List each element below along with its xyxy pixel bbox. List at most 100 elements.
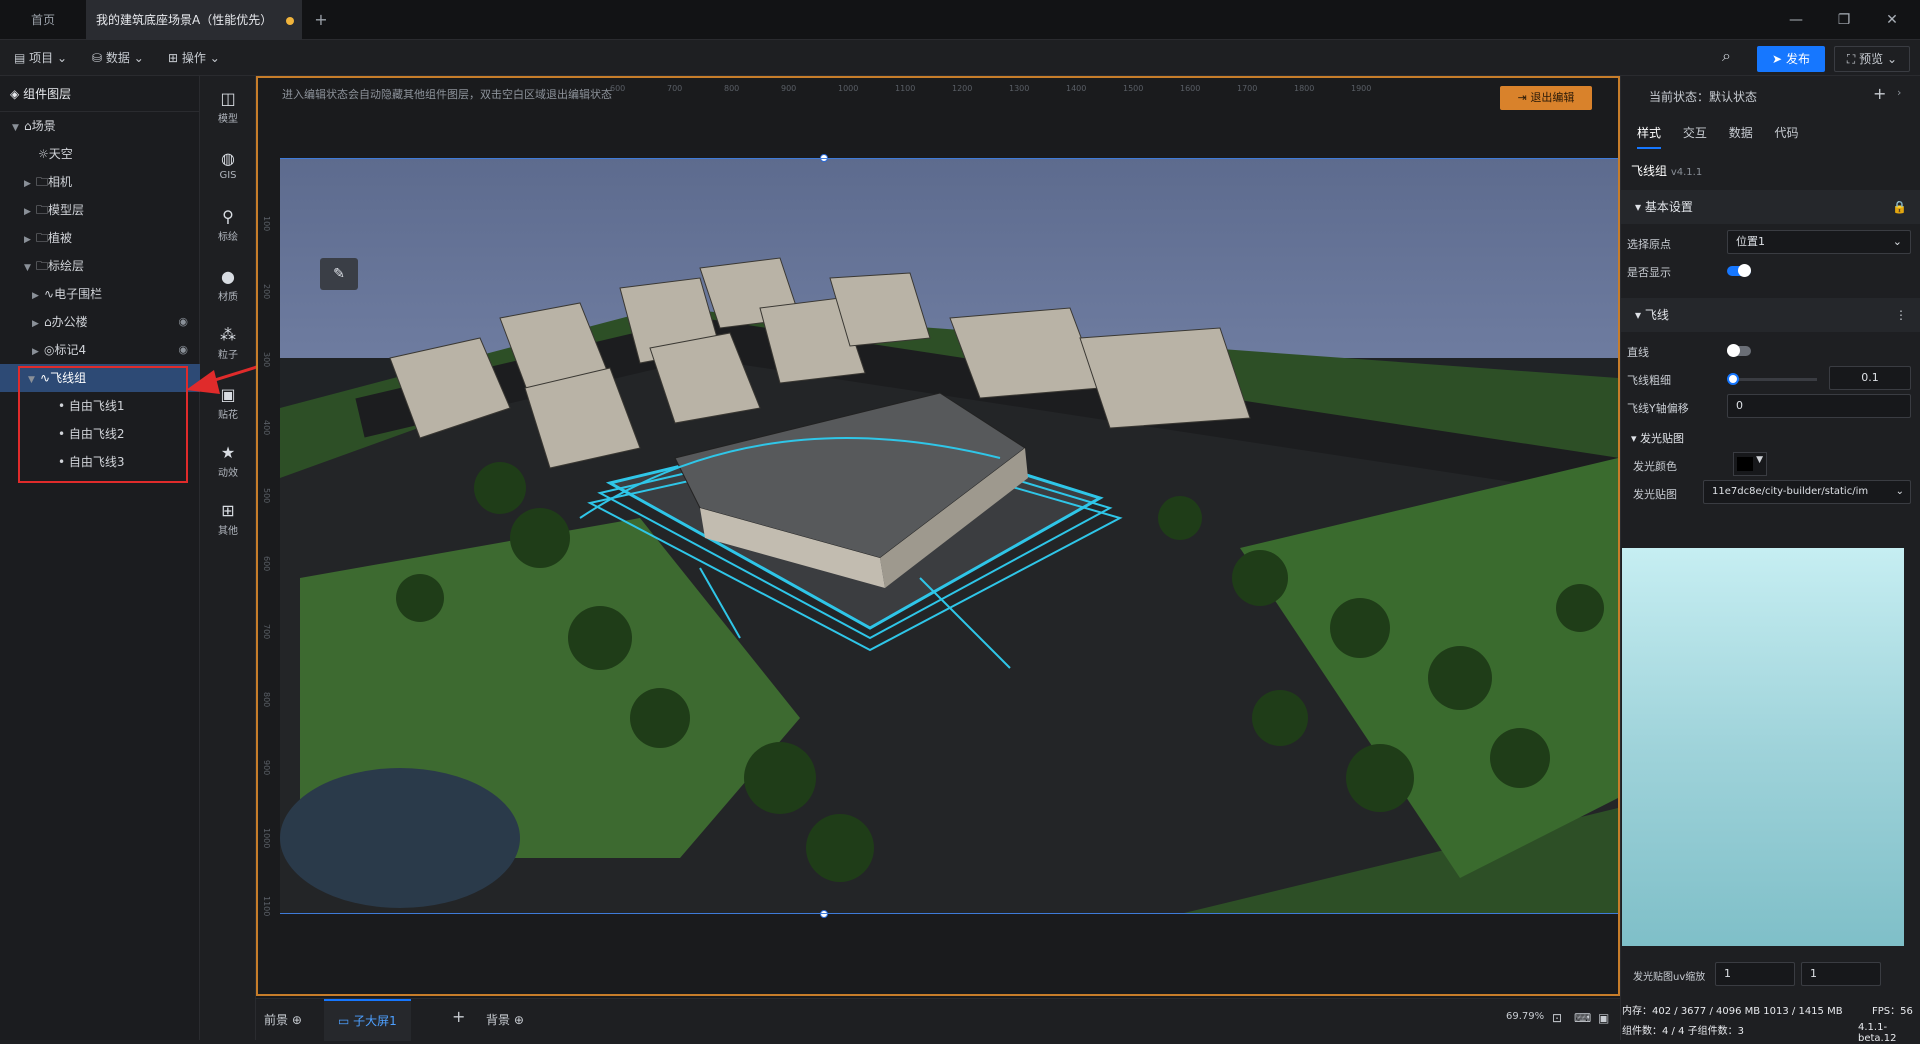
more-icon[interactable]: ⋮ [1895,298,1907,332]
uv-label: 发光贴图uv缩放 [1633,972,1706,983]
glow-color-picker[interactable]: ▼ [1733,452,1767,476]
uv-y-input[interactable]: 1 [1801,962,1881,986]
tree-item-sky[interactable]: ☼天空 [0,140,200,168]
component-count: 组件数：4 / 4 子组件数：3 [1622,1026,1744,1037]
ruler-tick-label: 400 [262,420,271,436]
lock-icon[interactable]: 🔒 [1892,190,1907,224]
ruler-tick-label: 500 [262,488,271,504]
tool-label: 动效 [218,468,238,479]
glow-group[interactable]: ▾ 发光贴图 [1631,430,1684,446]
tree-item-plot-layer[interactable]: ▼ 🗀标绘层 [0,252,200,280]
menu-operate-label: 操作 [181,51,206,65]
tree-item-vegetation[interactable]: ▶ 🗀植被 [0,224,200,252]
minimize-button[interactable]: — [1776,0,1816,40]
glow-color-label: 发光颜色 [1633,460,1677,473]
brush-tool-button[interactable]: ✎ [320,258,358,290]
zoom-level[interactable]: 69.79% [1506,1011,1544,1022]
show-toggle[interactable] [1727,264,1751,277]
tree-item-camera[interactable]: ▶ 🗀相机 [0,168,200,196]
tool-other[interactable]: ⊞ 其他 [200,494,256,546]
file-icon: ▤ [14,51,26,65]
build-version: 4.1.1-beta.12 [1858,1022,1897,1044]
layer-panel-header: ◈ 组件图层 [0,76,199,112]
tool-effect[interactable]: ★ 动效 [200,436,256,488]
caret-right-icon: ▶ [32,347,39,357]
origin-value: 位置1 [1736,235,1765,248]
tool-model[interactable]: ◫ 模型 [200,82,256,134]
database-icon: ⛁ [92,51,103,65]
ruler-tick-label: 1700 [1237,84,1258,93]
tool-label: 其他 [218,526,238,537]
fps-status: FPS：56 [1872,1006,1913,1017]
tab-style[interactable]: 样式 [1637,124,1662,149]
origin-select[interactable]: 位置1 ⌄ [1727,230,1911,254]
uv-x-input[interactable]: 1 [1715,962,1795,986]
tree-item-model-layer[interactable]: ▶ 🗀模型层 [0,196,200,224]
chevron-down-icon: ⌄ [209,51,220,65]
folder-icon: 🗀 [36,203,49,217]
folder-icon: 🗀 [36,259,49,273]
folder-icon: 🗀 [36,231,49,245]
ruler-tick-label: 700 [667,84,683,93]
menu-data[interactable]: ⛁ 数据 ⌄ [92,48,144,68]
add-state-button[interactable]: + [1873,84,1886,103]
yoffset-input[interactable]: 0 [1727,394,1911,418]
close-button[interactable]: ✕ [1872,0,1912,40]
tree-item-marker4[interactable]: ▶ ◎标记4 ◉ [0,336,200,364]
ruler-tick-label: 900 [262,760,271,776]
chevron-right-icon[interactable]: › [1897,86,1901,99]
publish-button[interactable]: ➤ 发布 [1757,46,1825,72]
ruler-tick-label: 800 [262,692,271,708]
tool-label: 模型 [218,114,238,125]
keyboard-icon[interactable]: ⌨ [1574,1011,1591,1025]
ruler-tick-label: 600 [262,556,271,572]
tool-gis[interactable]: ◍ GIS [200,142,256,194]
tab-code[interactable]: 代码 [1775,124,1799,147]
tab-data[interactable]: 数据 [1729,124,1753,147]
slider-thumb[interactable] [1727,373,1739,385]
glow-texture-preview [1622,548,1904,946]
3d-scene-view[interactable]: ✎ [280,158,1618,914]
canvas-area[interactable]: 600 700 800 900 1000 1100 1200 1300 1400 1500 1600… [256,76,1620,998]
section-flyline[interactable]: ▾ 飞线 ⋮ [1621,298,1920,332]
origin-label: 选择原点 [1627,238,1671,251]
ruler-tick-label: 300 [262,352,271,368]
tab-background-label: 背景 [486,1013,511,1027]
section-basic-title: 基本设置 [1644,200,1693,214]
fit-screen-icon[interactable]: ⊡ [1552,1011,1562,1025]
width-input[interactable]: 0.1 [1829,366,1911,390]
add-screen-button[interactable]: + [452,1007,465,1026]
tab-home[interactable]: 首页 [0,0,86,40]
tree-item-scene[interactable]: ▼ ⌂场景 [0,112,200,140]
exit-edit-button[interactable]: ⇥ 退出编辑 [1500,86,1592,110]
straight-toggle[interactable] [1727,344,1751,357]
folder-icon: 🗀 [36,175,49,189]
resize-handle-bottom[interactable] [820,910,828,918]
new-tab-button[interactable]: + [306,0,336,40]
tab-sub-screen[interactable]: ▭ 子大屏1 [324,999,411,1041]
straight-label: 直线 [1627,346,1649,359]
tree-item-office[interactable]: ▶ ⌂办公楼 ◉ [0,308,200,336]
star-icon: ★ [220,443,236,462]
glow-texture-select[interactable]: 11e7dc8e/city-builder/static/im ⌄ [1703,480,1911,504]
width-slider[interactable] [1727,373,1817,385]
layers-icon: ◈ [10,87,20,101]
preview-button[interactable]: ⛶ 预览 ⌄ [1834,46,1910,72]
tool-plot[interactable]: ⚲ 标绘 [200,200,256,252]
add-circle-icon[interactable]: ⊕ [292,1013,302,1027]
tab-interaction[interactable]: 交互 [1683,124,1707,147]
tree-item-fence[interactable]: ▶ ∿电子围栏 [0,280,200,308]
add-circle-icon[interactable]: ⊕ [514,1013,524,1027]
menu-project[interactable]: ▤ 项目 ⌄ [14,48,67,68]
toggle-knob [1727,344,1740,357]
maximize-button[interactable]: ❐ [1824,0,1864,40]
resize-handle-top[interactable] [820,154,828,162]
section-basic[interactable]: ▾ 基本设置 🔒 [1621,190,1920,224]
tab-document[interactable]: 我的建筑底座场景A（性能优先） [86,0,302,40]
terminal-icon[interactable]: ▣ [1598,1011,1609,1025]
search-icon[interactable]: ⌕ [1722,46,1731,66]
menu-operate[interactable]: ⊞ 操作 ⌄ [168,48,220,68]
glow-texture-label: 发光贴图 [1633,488,1677,501]
tab-background[interactable]: 背景 ⊕ [486,1011,524,1028]
tab-foreground[interactable]: 前景 ⊕ [264,1011,302,1028]
